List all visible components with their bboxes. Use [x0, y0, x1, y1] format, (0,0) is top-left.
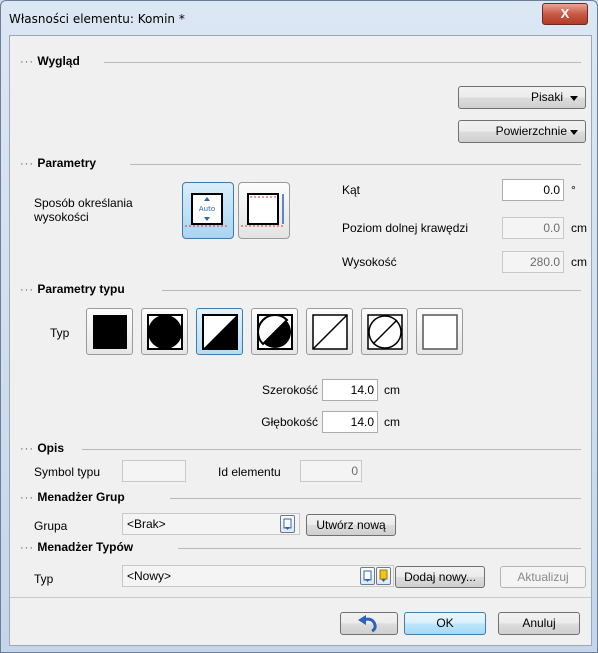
divider: [82, 449, 581, 450]
update-type-button[interactable]: Aktualizuj: [500, 566, 586, 588]
chevron-down-icon: [570, 96, 578, 101]
divider: [130, 164, 581, 165]
type-square-filled-button[interactable]: [86, 308, 133, 355]
square-circle-filled-icon: [147, 314, 183, 350]
type-edit-button[interactable]: [376, 567, 391, 585]
type-picker-button[interactable]: [360, 567, 375, 585]
section-wyglad: ··· Wygląd: [20, 54, 581, 70]
glebokosc-label: Głębokość: [261, 415, 318, 429]
kat-label: Kąt: [342, 183, 361, 197]
typ-manager-field[interactable]: <Nowy>: [122, 565, 394, 587]
id-elementu-label: Id elementu: [218, 465, 281, 479]
id-elementu-field[interactable]: 0: [300, 460, 362, 482]
section-title-opis: Opis: [37, 441, 65, 455]
create-group-button[interactable]: Utwórz nową: [306, 514, 396, 536]
wysokosc-label: Wysokość: [342, 255, 397, 269]
square-circle-outline-icon: [367, 314, 403, 350]
typ-label: Typ: [50, 326, 70, 340]
powierzchnie-dropdown[interactable]: Powierzchnie: [458, 120, 586, 143]
section-parametry: ··· Parametry: [20, 156, 581, 172]
wysokosc-field[interactable]: 280.0: [502, 251, 564, 273]
type-square-circle-outline-button[interactable]: [361, 308, 408, 355]
cancel-button[interactable]: Anuluj: [498, 612, 580, 635]
ok-button[interactable]: OK: [404, 612, 486, 635]
dialog-window: Własności elementu: Komin * X ··· Wygląd…: [0, 0, 598, 653]
glebokosc-field[interactable]: 14.0: [322, 411, 378, 433]
type-square-circle-diagonal-button[interactable]: [251, 308, 298, 355]
group-picker-button[interactable]: [280, 515, 295, 533]
manual-height-icon: [241, 193, 285, 227]
type-square-diagonal-half-button[interactable]: [196, 308, 243, 355]
wysokosc-unit: cm: [571, 255, 587, 269]
grupa-field[interactable]: <Brak>: [122, 513, 300, 535]
square-filled-icon: [93, 315, 127, 349]
poziom-field[interactable]: 0.0: [502, 217, 564, 239]
type-square-diagonal-button[interactable]: [306, 308, 353, 355]
poziom-label: Poziom dolnej krawędzi: [342, 221, 469, 235]
tag-icon: [379, 569, 388, 582]
poziom-unit: cm: [571, 221, 587, 235]
szerokosc-label: Szerokość: [261, 383, 318, 397]
szerokosc-field[interactable]: 14.0: [322, 379, 378, 401]
square-circle-diagonal-icon: [257, 314, 293, 350]
footer-divider: [10, 597, 591, 598]
section-title-parametry: Parametry: [37, 156, 97, 170]
symbol-typu-label: Symbol typu: [34, 465, 101, 479]
window-title: Własności elementu: Komin *: [9, 12, 185, 26]
glebokosc-unit: cm: [384, 415, 400, 429]
dialog-client-area: ··· Wygląd Pisaki Powierzchnie ··· Param…: [9, 35, 592, 646]
powierzchnie-label: Powierzchnie: [495, 124, 567, 138]
divider: [162, 290, 581, 291]
pisaki-dropdown[interactable]: Pisaki: [458, 86, 586, 109]
section-opis: ··· Opis: [20, 441, 581, 457]
undo-button[interactable]: [340, 612, 398, 635]
type-square-circle-filled-button[interactable]: [141, 308, 188, 355]
pisaki-label: Pisaki: [530, 90, 563, 104]
divider: [104, 62, 581, 63]
symbol-typu-field[interactable]: [122, 460, 186, 482]
grupa-label: Grupa: [34, 519, 68, 533]
section-menadzer-typow: ··· Menadżer Typów: [20, 540, 581, 556]
section-title-wyglad: Wygląd: [37, 54, 80, 68]
auto-height-icon: Auto: [185, 193, 229, 227]
typ-manager-label: Typ: [34, 572, 54, 586]
type-square-empty-button[interactable]: [416, 308, 463, 355]
section-title-menadzer-typow: Menadżer Typów: [37, 540, 134, 554]
chevron-down-icon: [570, 130, 578, 135]
undo-icon: [358, 615, 377, 633]
square-diagonal-half-icon: [202, 314, 238, 350]
document-icon: [283, 518, 292, 530]
section-parametry-typu: ··· Parametry typu: [20, 282, 581, 298]
section-title-parametry-typu: Parametry typu: [37, 282, 125, 296]
divider: [170, 498, 581, 499]
section-title-menadzer-grup: Menadżer Grup: [37, 490, 125, 504]
square-empty-icon: [422, 314, 458, 350]
kat-unit: °: [571, 183, 576, 197]
square-diagonal-icon: [312, 314, 348, 350]
document-icon: [363, 570, 372, 582]
szerokosc-unit: cm: [384, 383, 400, 397]
kat-field[interactable]: 0.0: [502, 179, 564, 201]
height-mode-manual-button[interactable]: [238, 182, 290, 239]
height-mode-auto-button[interactable]: Auto: [182, 182, 234, 239]
svg-text:Auto: Auto: [199, 205, 215, 213]
height-mode-label: Sposób określania wysokości: [34, 196, 133, 224]
divider: [178, 548, 581, 549]
add-type-button[interactable]: Dodaj nowy...: [395, 566, 485, 588]
title-bar: Własności elementu: Komin * X: [1, 1, 597, 35]
close-button[interactable]: X: [542, 3, 588, 25]
section-menadzer-grup: ··· Menadżer Grup: [20, 490, 581, 506]
